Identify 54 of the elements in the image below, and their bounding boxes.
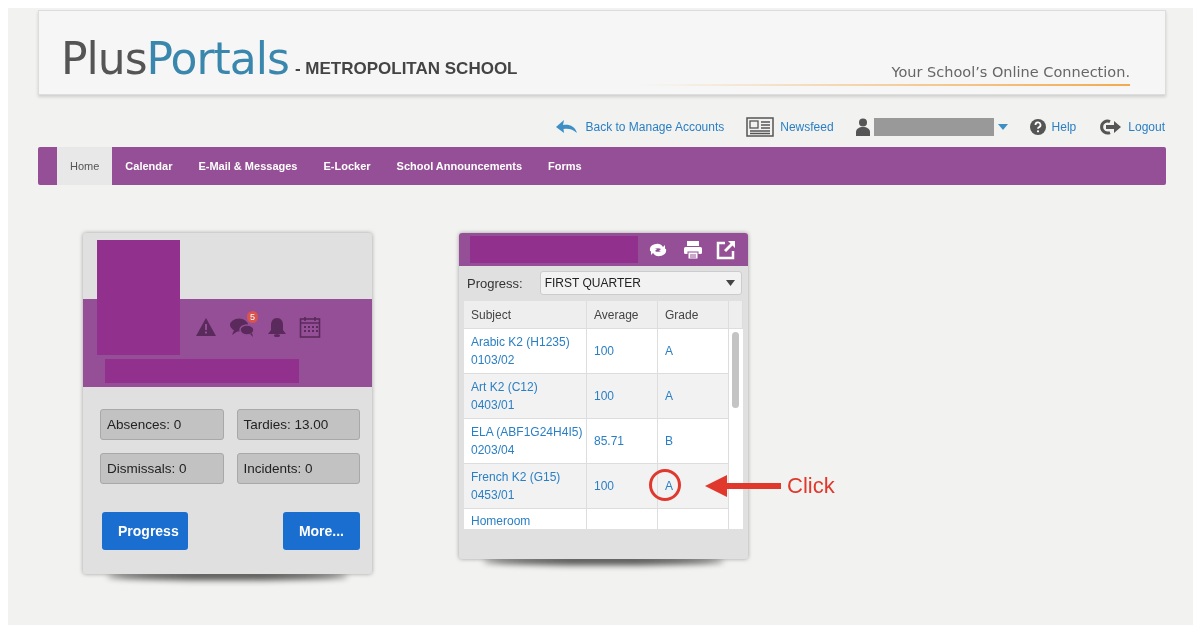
grade-link[interactable]: A bbox=[665, 342, 673, 360]
section-link[interactable]: 0403/01 bbox=[471, 396, 515, 414]
nav-tab[interactable]: E-Mail & Messages bbox=[185, 147, 311, 185]
section-link[interactable]: 0103/02 bbox=[471, 351, 515, 369]
school-name: - METROPOLITAN SCHOOL bbox=[294, 59, 518, 79]
stat-box: Absences: 0 bbox=[100, 409, 224, 440]
stat-box: Incidents: 0 bbox=[236, 453, 360, 484]
person-icon bbox=[855, 118, 870, 136]
grade-link[interactable]: A bbox=[665, 387, 673, 405]
period-dropdown[interactable]: FIRST QUARTER bbox=[539, 271, 742, 295]
calendar-icon[interactable] bbox=[299, 316, 321, 338]
field-label: Progress: bbox=[467, 275, 523, 291]
nav-tab[interactable]: Forms bbox=[535, 147, 595, 185]
stat-box: Tardies: 13.00 bbox=[236, 409, 360, 440]
top-link[interactable]: Newsfeed bbox=[746, 117, 834, 137]
nav-tab[interactable]: Calendar bbox=[112, 147, 186, 185]
newspaper-icon bbox=[746, 117, 775, 137]
subject-link[interactable]: Homeroom bbox=[471, 512, 531, 529]
warning-icon[interactable] bbox=[195, 317, 217, 337]
external-link-icon[interactable] bbox=[716, 239, 736, 260]
logo-text: PlusPortals bbox=[61, 33, 289, 84]
stat-box: Dismissals: 0 bbox=[100, 453, 224, 484]
help-icon bbox=[1029, 119, 1046, 135]
bell-icon[interactable] bbox=[267, 317, 287, 337]
tagline: Your School’s Online Connection. bbox=[891, 64, 1130, 80]
scrollbar-thumb[interactable] bbox=[732, 332, 739, 408]
subject-link[interactable]: ELA (ABF1G24H4I5) bbox=[471, 423, 583, 441]
nav-tab[interactable]: Home bbox=[57, 147, 113, 185]
logout-icon bbox=[1098, 118, 1123, 136]
annotation-text: Click bbox=[787, 473, 835, 499]
nav-tab[interactable]: E-Locker bbox=[310, 147, 384, 185]
top-link[interactable]: Back to Manage Accounts bbox=[555, 119, 725, 135]
action-button[interactable]: More... bbox=[282, 512, 360, 550]
subject-link[interactable]: Art K2 (C12) bbox=[471, 378, 538, 396]
average-link[interactable]: 100 bbox=[594, 342, 615, 360]
grade-link[interactable]: B bbox=[665, 432, 673, 450]
top-link[interactable]: Help bbox=[1029, 119, 1077, 135]
printer-icon[interactable] bbox=[683, 239, 703, 260]
nav-tab[interactable]: School Announcements bbox=[383, 147, 536, 185]
subject-link[interactable]: French K2 (G15) bbox=[471, 468, 561, 486]
caret-icon bbox=[726, 280, 735, 286]
average-link[interactable]: 100 bbox=[594, 387, 615, 405]
grade-link[interactable]: A bbox=[665, 477, 673, 495]
caret-icon bbox=[997, 124, 1008, 130]
top-link[interactable]: Logout bbox=[1098, 118, 1165, 136]
action-button[interactable]: Progress bbox=[102, 512, 188, 550]
back-arrow-icon bbox=[555, 119, 580, 135]
arrow-icon bbox=[705, 475, 781, 497]
subject-link[interactable]: Arabic K2 (H1235) bbox=[471, 333, 570, 351]
average-link[interactable]: 85.71 bbox=[594, 432, 625, 450]
section-link[interactable]: 0203/04 bbox=[471, 441, 515, 459]
section-link[interactable]: 0453/01 bbox=[471, 486, 515, 504]
average-link[interactable]: 100 bbox=[594, 477, 615, 495]
count-badge: 5 bbox=[247, 311, 258, 323]
